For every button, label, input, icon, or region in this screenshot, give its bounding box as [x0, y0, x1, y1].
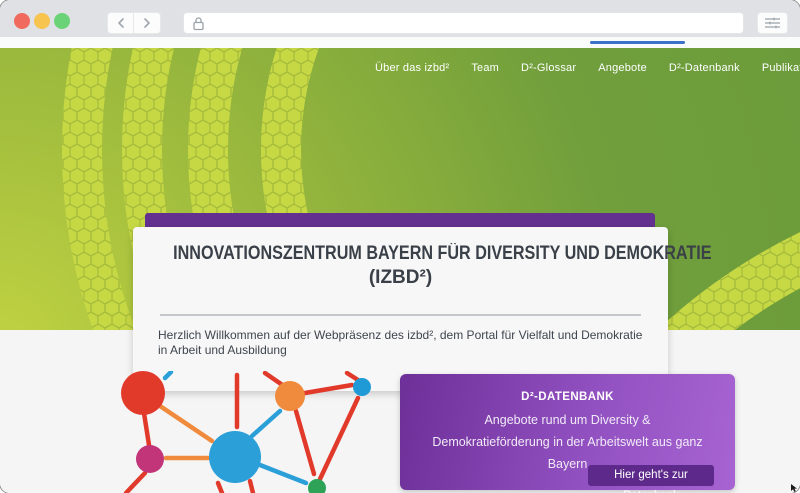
nav-item-angebote[interactable]: Angebote [598, 62, 647, 74]
title-divider [160, 314, 641, 316]
tab-strip [0, 37, 800, 48]
datenbank-card: D²-DATENBANK Angebote rund um Diversity … [400, 374, 735, 493]
browser-chrome [0, 0, 800, 37]
network-node-magenta [136, 445, 164, 473]
menu-button[interactable] [757, 12, 788, 34]
network-node-smallblue [353, 378, 371, 396]
page-title-line2: (IZBD²) [368, 267, 433, 288]
chevron-right-icon [144, 18, 150, 28]
chevron-left-icon [117, 18, 124, 28]
back-button[interactable] [107, 12, 134, 34]
webpage: Über das izbd² Team D²-Glossar Angebote … [0, 48, 800, 493]
network-node-green [308, 479, 326, 493]
main-navigation: Über das izbd² Team D²-Glossar Angebote … [375, 62, 800, 74]
nav-item-d2-datenbank[interactable]: D²-Datenbank [669, 62, 740, 74]
forward-button[interactable] [134, 12, 161, 34]
lock-icon [193, 16, 204, 30]
nav-item-d2-glossar[interactable]: D²-Glossar [521, 62, 576, 74]
nav-item-ueber-das-izbd[interactable]: Über das izbd² [375, 62, 449, 74]
welcome-text: Herzlich Willkommen auf der Webpräsenz d… [158, 328, 643, 357]
network-node-red [121, 371, 165, 415]
page-title: INNOVATIONSZENTRUM BAYERN FÜR DIVERSITY … [133, 227, 712, 290]
datenbank-card-heading: D²-DATENBANK [521, 391, 614, 403]
nav-item-publikationen[interactable]: Publikationen & Materialien [762, 62, 800, 74]
network-node-bigblue [209, 431, 261, 483]
tune-sliders-icon [765, 17, 780, 29]
maximize-window-button[interactable] [54, 13, 70, 29]
traffic-lights [14, 13, 70, 29]
url-bar[interactable] [183, 12, 744, 34]
mouse-cursor [791, 484, 797, 492]
network-graph-illustration [121, 371, 371, 493]
browser-window: Über das izbd² Team D²-Glossar Angebote … [0, 0, 800, 493]
network-node-orange [275, 381, 305, 411]
nav-item-team[interactable]: Team [471, 62, 499, 74]
active-tab-indicator [590, 41, 685, 44]
page-title-line1: INNOVATIONSZENTRUM BAYERN FÜR DIVERSITY … [173, 243, 712, 264]
title-card: INNOVATIONSZENTRUM BAYERN FÜR DIVERSITY … [133, 227, 712, 391]
close-window-button[interactable] [14, 13, 30, 29]
minimize-window-button[interactable] [34, 13, 50, 29]
history-nav-buttons [107, 12, 161, 34]
datenbank-link-button[interactable]: Hier geht's zur Datenbank [588, 465, 714, 493]
title-card-accent-bar [145, 213, 655, 228]
